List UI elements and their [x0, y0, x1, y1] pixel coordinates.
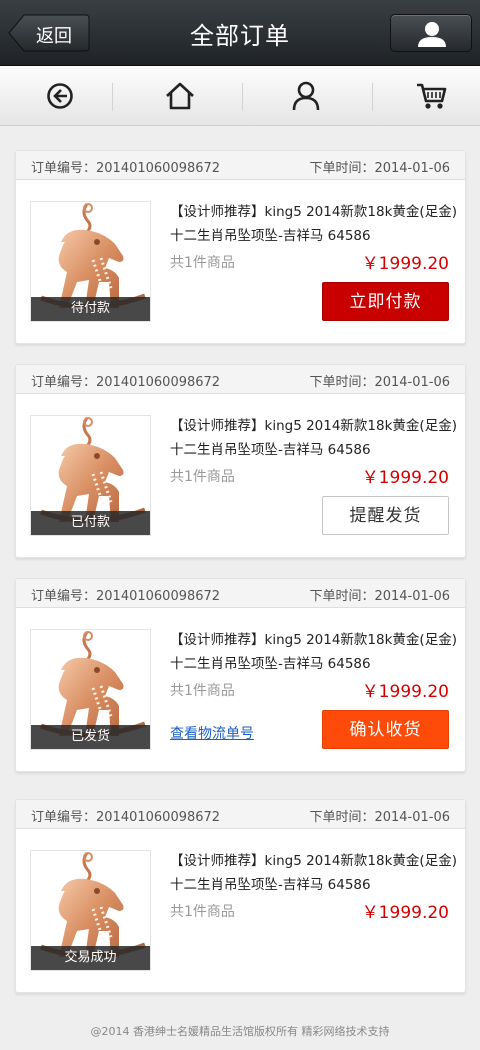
product-name-line1: 【设计师推荐】king5 2014新款18k黄金(足金) — [170, 632, 457, 648]
product-name[interactable]: 【设计师推荐】king5 2014新款18k黄金(足金) 十二生肖吊坠项坠-吉祥… — [170, 849, 462, 897]
nav-divider — [112, 83, 113, 111]
order-card: 订单编号：201401060098672 下单时间：2014-01-06 交易成… — [15, 799, 466, 993]
order-header: 订单编号：201401060098672 下单时间：2014-01-06 — [16, 579, 465, 608]
order-header: 订单编号：201401060098672 下单时间：2014-01-06 — [16, 365, 465, 394]
order-number: 订单编号：201401060098672 — [31, 161, 221, 176]
nav-divider — [242, 83, 243, 111]
pay-now-button[interactable]: 立即付款 — [322, 282, 449, 321]
product-image[interactable]: 待付款 — [30, 201, 151, 322]
top-bar: 返回 全部订单 — [0, 0, 480, 66]
order-header: 订单编号：201401060098672 下单时间：2014-01-06 — [16, 800, 465, 829]
order-price: ￥1999.20 — [361, 468, 449, 488]
nav-user[interactable] — [246, 66, 366, 126]
user-icon — [418, 22, 446, 47]
item-count: 共1件商品 — [170, 904, 235, 920]
order-number: 订单编号：201401060098672 — [31, 589, 221, 604]
product-name-line2: 十二生肖吊坠项坠-吉祥马 64586 — [170, 228, 371, 244]
order-status-badge: 已付款 — [31, 511, 150, 535]
order-header: 订单编号：201401060098672 下单时间：2014-01-06 — [16, 151, 465, 180]
product-image[interactable]: 已付款 — [30, 415, 151, 536]
order-price: ￥1999.20 — [361, 682, 449, 702]
back-circle-icon — [47, 83, 73, 109]
order-time: 下单时间：2014-01-06 — [309, 161, 450, 176]
remind-shipping-button[interactable]: 提醒发货 — [322, 496, 449, 535]
order-number: 订单编号：201401060098672 — [31, 810, 221, 825]
view-tracking-link[interactable]: 查看物流单号 — [170, 723, 254, 743]
nav-home[interactable] — [120, 66, 240, 126]
product-name[interactable]: 【设计师推荐】king5 2014新款18k黄金(足金) 十二生肖吊坠项坠-吉祥… — [170, 628, 462, 676]
order-price: ￥1999.20 — [361, 903, 449, 923]
product-image[interactable]: 已发货 — [30, 629, 151, 750]
nav-bar — [0, 66, 480, 126]
user-button[interactable] — [390, 14, 472, 52]
order-number: 订单编号：201401060098672 — [31, 375, 221, 390]
user-icon — [292, 81, 320, 111]
order-status-badge: 交易成功 — [31, 946, 150, 970]
item-count: 共1件商品 — [170, 683, 235, 699]
footer-copyright: @2014 香港绅士名媛精品生活馆版权所有 精彩网络技术支持 — [90, 1025, 390, 1038]
order-time: 下单时间：2014-01-06 — [309, 810, 450, 825]
product-name-line1: 【设计师推荐】king5 2014新款18k黄金(足金) — [170, 204, 457, 220]
product-image[interactable]: 交易成功 — [30, 850, 151, 971]
product-name-line1: 【设计师推荐】king5 2014新款18k黄金(足金) — [170, 418, 457, 434]
product-name[interactable]: 【设计师推荐】king5 2014新款18k黄金(足金) 十二生肖吊坠项坠-吉祥… — [170, 200, 462, 248]
item-count: 共1件商品 — [170, 469, 235, 485]
item-count: 共1件商品 — [170, 255, 235, 271]
order-status-badge: 已发货 — [31, 725, 150, 749]
order-status-badge: 待付款 — [31, 297, 150, 321]
order-time: 下单时间：2014-01-06 — [309, 589, 450, 604]
home-icon — [166, 82, 194, 110]
product-name[interactable]: 【设计师推荐】king5 2014新款18k黄金(足金) 十二生肖吊坠项坠-吉祥… — [170, 414, 462, 462]
product-name-line2: 十二生肖吊坠项坠-吉祥马 64586 — [170, 442, 371, 458]
confirm-receipt-button[interactable]: 确认收货 — [322, 710, 449, 749]
nav-back[interactable] — [0, 66, 120, 126]
cart-icon — [417, 83, 447, 109]
product-name-line2: 十二生肖吊坠项坠-吉祥马 64586 — [170, 656, 371, 672]
order-card: 订单编号：201401060098672 下单时间：2014-01-06 已发货… — [15, 578, 466, 772]
product-name-line2: 十二生肖吊坠项坠-吉祥马 64586 — [170, 877, 371, 893]
product-name-line1: 【设计师推荐】king5 2014新款18k黄金(足金) — [170, 853, 457, 869]
order-card: 订单编号：201401060098672 下单时间：2014-01-06 待付款… — [15, 150, 466, 344]
order-time: 下单时间：2014-01-06 — [309, 375, 450, 390]
nav-cart[interactable] — [372, 66, 480, 126]
order-price: ￥1999.20 — [361, 254, 449, 274]
order-card: 订单编号：201401060098672 下单时间：2014-01-06 已付款… — [15, 364, 466, 558]
